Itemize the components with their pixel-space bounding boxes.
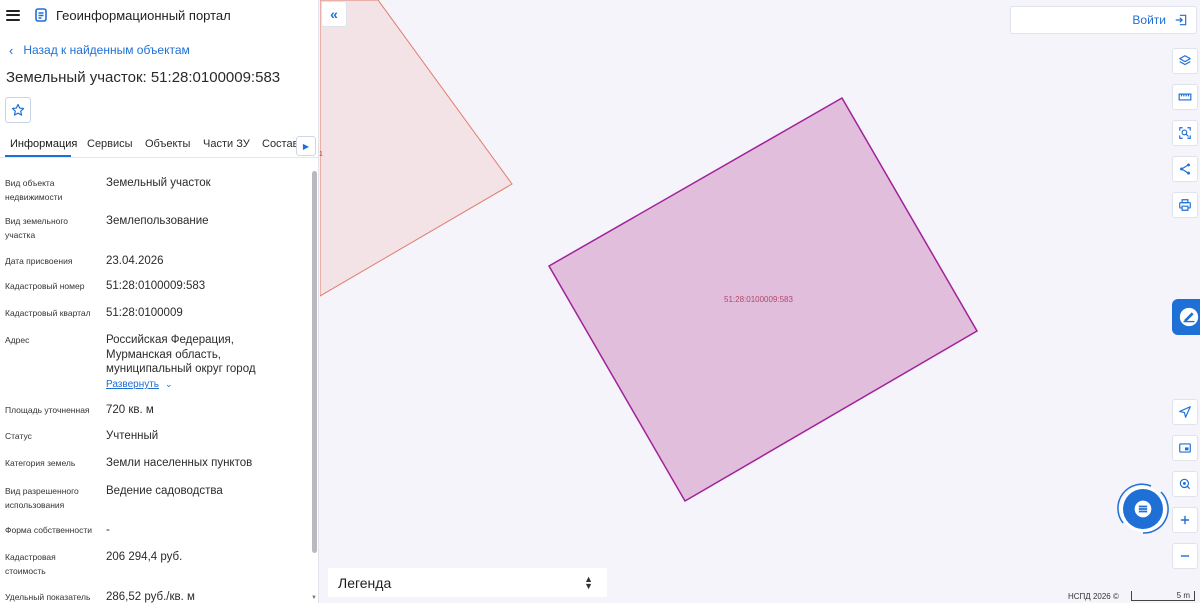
map-scale-bar: 5 m (1131, 591, 1195, 601)
field-label: Вид разрешенного использования (5, 486, 79, 510)
chevron-right-icon: ▶ (302, 141, 310, 151)
zoom-in-button[interactable] (1172, 507, 1198, 533)
field-label: Вид земельного участка (5, 216, 69, 240)
feedback-button[interactable] (1172, 299, 1200, 335)
layers-button[interactable] (1172, 48, 1198, 74)
tab-objects[interactable]: Объекты (145, 138, 190, 150)
field-value: Земельный участок (106, 177, 211, 189)
layers-icon (1179, 55, 1191, 66)
collapse-panel-button[interactable]: « (321, 1, 347, 27)
select-area-button[interactable] (1172, 120, 1198, 146)
field-value: 51:28:0100009:583 (106, 280, 206, 292)
minimap-button[interactable] (1172, 435, 1198, 461)
share-button[interactable] (1172, 156, 1198, 182)
tab-bar: Информация Сервисы Объекты Части ЗУ Сост… (0, 134, 318, 158)
field-value: Землепользование (106, 215, 209, 227)
active-tab-indicator (5, 155, 71, 157)
field-label: Кадастровый квартал (5, 308, 91, 318)
field-value: 720 кв. м (106, 404, 154, 416)
scale-label: 5 m (1176, 591, 1190, 600)
field-label: Кадастровая стоимость (5, 552, 56, 576)
field-label: Вид объекта недвижимости (5, 178, 63, 202)
print-button[interactable] (1172, 192, 1198, 218)
field-value: Учтенный (106, 430, 159, 442)
panel-header: Геоинформационный портал (0, 0, 318, 30)
login-icon (1175, 14, 1187, 26)
tab-composition[interactable]: Состав (262, 138, 298, 150)
minimap-icon (1179, 443, 1191, 453)
page-title: Земельный участок: 51:28:0100009:583 (6, 69, 281, 86)
field-value: - (106, 524, 110, 536)
double-chevron-left-icon: « (330, 6, 338, 22)
chat-icon-circle (1123, 489, 1163, 529)
menu-icon[interactable] (6, 9, 20, 21)
navigate-icon (1179, 406, 1191, 418)
field-value: 23.04.2026 (106, 255, 164, 267)
field-value: Земли населенных пунктов (106, 457, 253, 469)
share-icon (1180, 163, 1190, 175)
tabs-scroll-right-button[interactable]: ▶ (296, 136, 316, 156)
field-label: Площадь уточненная (5, 405, 90, 415)
field-value: 206 294,4 руб. (106, 551, 183, 563)
back-link-label: Назад к найденным объектам (23, 43, 190, 57)
chat-icon (1134, 500, 1152, 518)
locate-button[interactable] (1172, 471, 1198, 497)
zoom-out-button[interactable] (1172, 543, 1198, 569)
back-link[interactable]: ‹ Назад к найденным объектам (9, 43, 190, 57)
chevron-left-icon: ‹ (9, 42, 14, 58)
select-area-icon (1179, 127, 1191, 139)
favorite-button[interactable] (5, 97, 31, 123)
legend-label: Легенда (338, 574, 392, 591)
expand-label: Развернуть (106, 379, 160, 390)
parcel-label: 51:28:0100009:583 (724, 295, 793, 304)
legend-dropdown[interactable]: Легенда ▲ ▼ (328, 568, 607, 597)
navigate-button[interactable] (1172, 399, 1198, 425)
login-button[interactable]: Войти (1010, 6, 1197, 34)
field-label: Дата присвоения (5, 256, 73, 266)
ruler-icon (1178, 93, 1192, 101)
field-label: Статус (5, 431, 32, 441)
copyright-text: НСПД 2026 © (1068, 592, 1119, 601)
star-icon (11, 103, 25, 116)
app-title: Геоинформационный портал (56, 7, 231, 23)
feedback-icon (1179, 307, 1199, 327)
field-value: Российская Федерация, Мурманская область… (106, 334, 256, 375)
field-label: Форма собственности (5, 525, 92, 535)
tab-services[interactable]: Сервисы (87, 138, 133, 150)
neighbor-parcel-label: 1 (319, 151, 323, 158)
tab-info[interactable]: Информация (10, 138, 77, 150)
chevron-up-down-icon: ▲ ▼ (584, 573, 593, 591)
info-panel: Геоинформационный портал ‹ Назад к найде… (0, 0, 319, 603)
field-value: Ведение садоводства (106, 485, 223, 497)
chevron-down-icon: ⌄ (165, 379, 173, 389)
scroll-down-arrow-icon[interactable]: ▼ (311, 595, 317, 601)
locate-icon (1179, 478, 1191, 490)
print-icon (1179, 199, 1191, 211)
field-value: 286,52 руб./кв. м (106, 591, 195, 603)
field-value: 51:28:0100009 (106, 307, 183, 319)
field-label: Кадастровый номер (5, 281, 85, 291)
expand-address-link[interactable]: Развернуть ⌄ (106, 379, 173, 390)
ruler-button[interactable] (1172, 84, 1198, 110)
login-label: Войти (1132, 13, 1166, 27)
tab-parts[interactable]: Части ЗУ (203, 138, 250, 150)
scrollbar-thumb[interactable] (312, 171, 317, 553)
portal-logo-icon (34, 8, 48, 22)
chat-assistant-button[interactable] (1113, 479, 1173, 539)
field-label: Категория земель (5, 458, 76, 468)
zoom-out-icon (1180, 555, 1190, 557)
zoom-in-icon (1180, 515, 1190, 525)
field-label: Адрес (5, 335, 30, 345)
field-label: Удельный показатель (5, 592, 91, 602)
panel-scrollbar[interactable]: ▼ (310, 166, 318, 603)
